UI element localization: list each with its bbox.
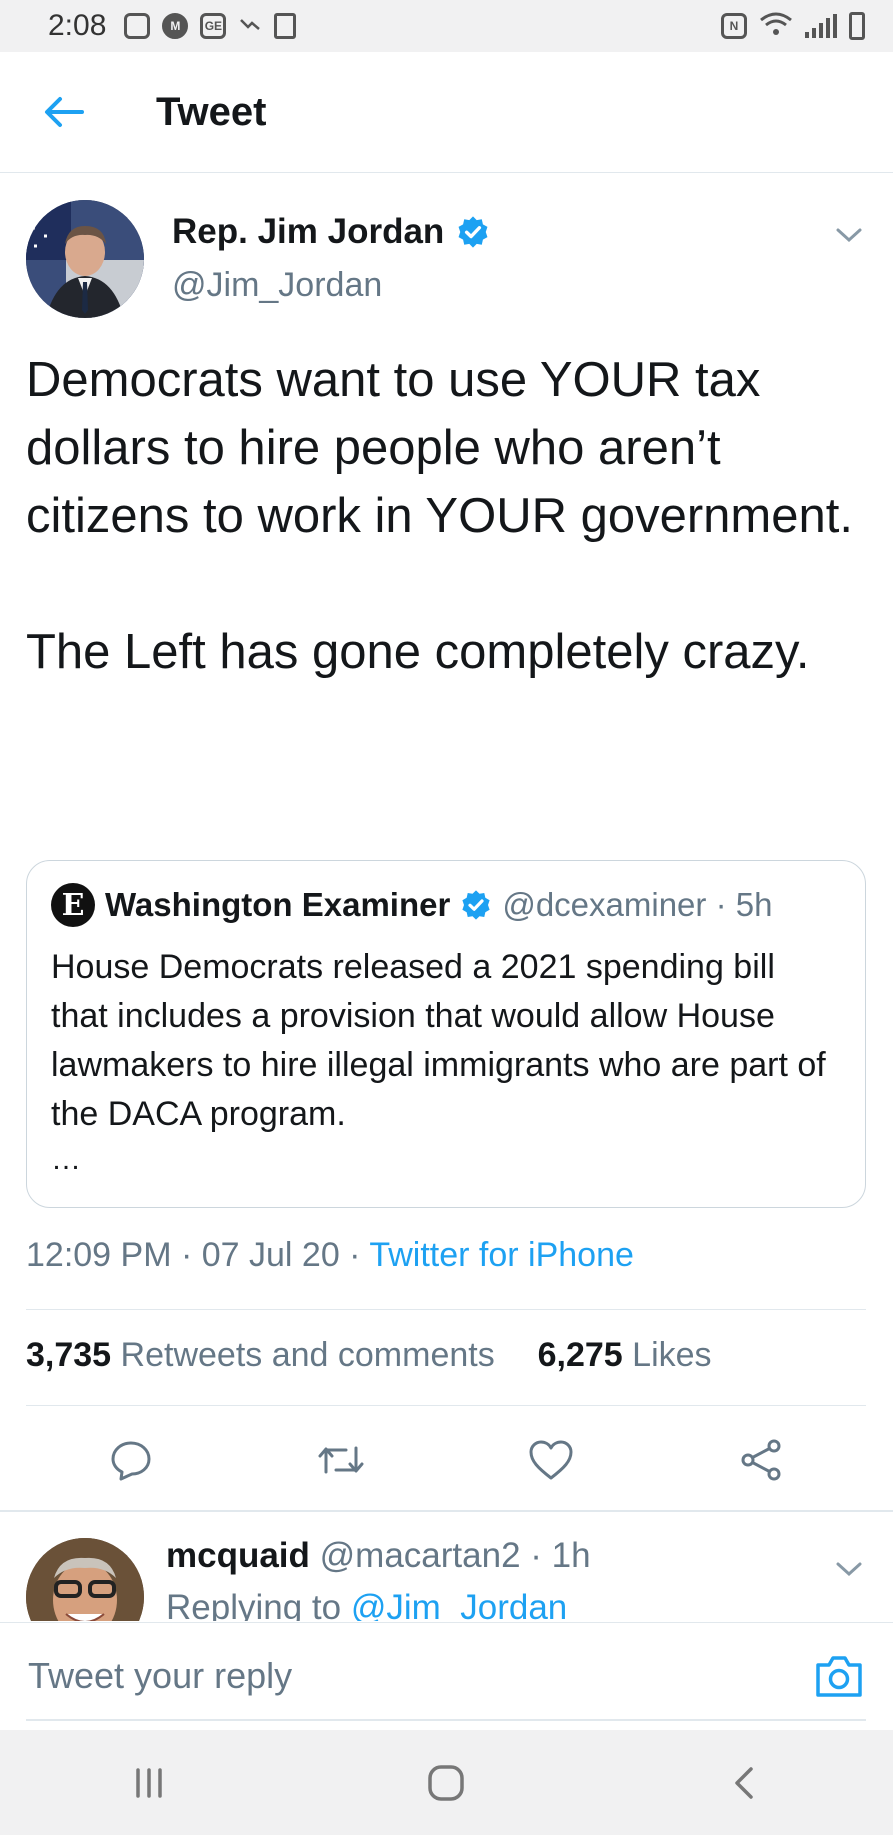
app-header: Tweet <box>0 52 893 173</box>
retweets-count: 3,735 <box>26 1336 112 1374</box>
battery-icon <box>849 12 865 40</box>
chevron-down-icon[interactable] <box>832 1554 866 1584</box>
recent-apps-button[interactable] <box>109 1748 189 1818</box>
nfc-icon: N <box>721 13 747 39</box>
status-bar: 2:08 M GE N <box>0 0 893 52</box>
tweet-action-bar <box>26 1420 866 1500</box>
twitch-icon <box>124 13 151 39</box>
tweet-paragraph: The Left has gone completely crazy. <box>26 625 810 679</box>
tweet-source-link[interactable]: Twitter for iPhone <box>369 1236 634 1274</box>
washington-examiner-logo-icon: E <box>51 883 95 927</box>
quoted-tweet[interactable]: E Washington Examiner @dcexaminer · 5h H… <box>26 860 866 1208</box>
signal-icon <box>805 14 837 38</box>
back-arrow-icon <box>45 97 84 127</box>
tweet-stats: 3,735 Retweets and comments 6,275 Likes <box>26 1336 712 1375</box>
quoted-tweet-header: E Washington Examiner @dcexaminer · 5h <box>51 881 841 929</box>
camera-button[interactable] <box>814 1653 864 1699</box>
wifi-icon <box>759 11 793 42</box>
back-button[interactable] <box>34 82 94 142</box>
home-button[interactable] <box>406 1748 486 1818</box>
reply-input[interactable] <box>26 1647 790 1705</box>
missed-call-icon <box>238 12 262 41</box>
sim-icon <box>274 13 297 39</box>
page-title: Tweet <box>156 89 267 134</box>
tweet-paragraph: Democrats want to use YOUR tax dollars t… <box>26 353 853 543</box>
replying-to-label: Replying to <box>166 1588 351 1621</box>
retweet-icon <box>318 1446 364 1474</box>
quoted-tweet-ellipsis: … <box>51 1143 81 1176</box>
tweet-meta: 12:09 PM · 07 Jul 20 · Twitter for iPhon… <box>26 1236 634 1275</box>
divider <box>26 1309 866 1310</box>
notification-icon: M <box>162 13 189 39</box>
reply-tweet[interactable]: mcquaid @macartan2 · 1h Replying to @Jim… <box>26 1536 866 1621</box>
share-icon <box>741 1439 781 1481</box>
camera-icon <box>816 1656 862 1697</box>
author-avatar[interactable] <box>26 200 144 318</box>
status-time: 2:08 <box>48 9 107 42</box>
tweet-timestamp: 12:09 PM · 07 Jul 20 · <box>26 1236 370 1274</box>
reply-button[interactable] <box>103 1432 159 1488</box>
back-chevron-icon <box>735 1766 753 1799</box>
quoted-author-handle: @dcexaminer · 5h <box>502 886 773 923</box>
author-name-row: Rep. Jim Jordan <box>172 212 490 252</box>
ge-icon: GE <box>200 13 227 39</box>
likes-label: Likes <box>622 1336 712 1374</box>
tweet-body: Democrats want to use YOUR tax dollars t… <box>26 346 866 686</box>
retweets-label: Retweets and comments <box>111 1336 495 1374</box>
chevron-down-icon[interactable] <box>832 220 866 250</box>
heart-icon <box>529 1440 573 1480</box>
reply-avatar[interactable] <box>26 1538 144 1621</box>
like-button[interactable] <box>523 1432 579 1488</box>
home-icon <box>428 1764 465 1801</box>
quoted-author-name: Washington Examiner <box>105 886 451 923</box>
verified-badge-icon <box>458 216 488 248</box>
reply-name-row: mcquaid @macartan2 · 1h <box>166 1536 591 1576</box>
reply-author-name[interactable]: mcquaid <box>166 1536 310 1575</box>
verified-badge-icon <box>462 890 490 920</box>
tweet-author: Rep. Jim Jordan @Jim_Jordan <box>26 200 866 318</box>
replying-to-handle-link[interactable]: @Jim_Jordan <box>351 1588 567 1621</box>
comment-icon <box>111 1441 151 1481</box>
retweet-button[interactable] <box>313 1432 369 1488</box>
replying-to: Replying to @Jim_Jordan <box>166 1588 567 1621</box>
author-handle[interactable]: @Jim_Jordan <box>172 266 382 305</box>
compose-underline <box>26 1719 866 1721</box>
system-back-button[interactable] <box>704 1748 784 1818</box>
reply-author-handle: @macartan2 · 1h <box>309 1536 591 1575</box>
reply-compose-bar <box>0 1622 893 1731</box>
quoted-tweet-text: House Democrats released a 2021 spending… <box>51 948 826 1133</box>
section-divider <box>0 1510 893 1512</box>
share-button[interactable] <box>733 1432 789 1488</box>
likes-count: 6,275 <box>537 1336 623 1374</box>
system-navigation-bar <box>0 1730 893 1835</box>
likes-stat[interactable]: 6,275 Likes <box>538 1336 712 1374</box>
divider <box>26 1405 866 1406</box>
author-name[interactable]: Rep. Jim Jordan <box>172 212 444 252</box>
retweets-stat[interactable]: 3,735 Retweets and comments <box>26 1336 495 1374</box>
recent-apps-icon <box>136 1767 162 1798</box>
